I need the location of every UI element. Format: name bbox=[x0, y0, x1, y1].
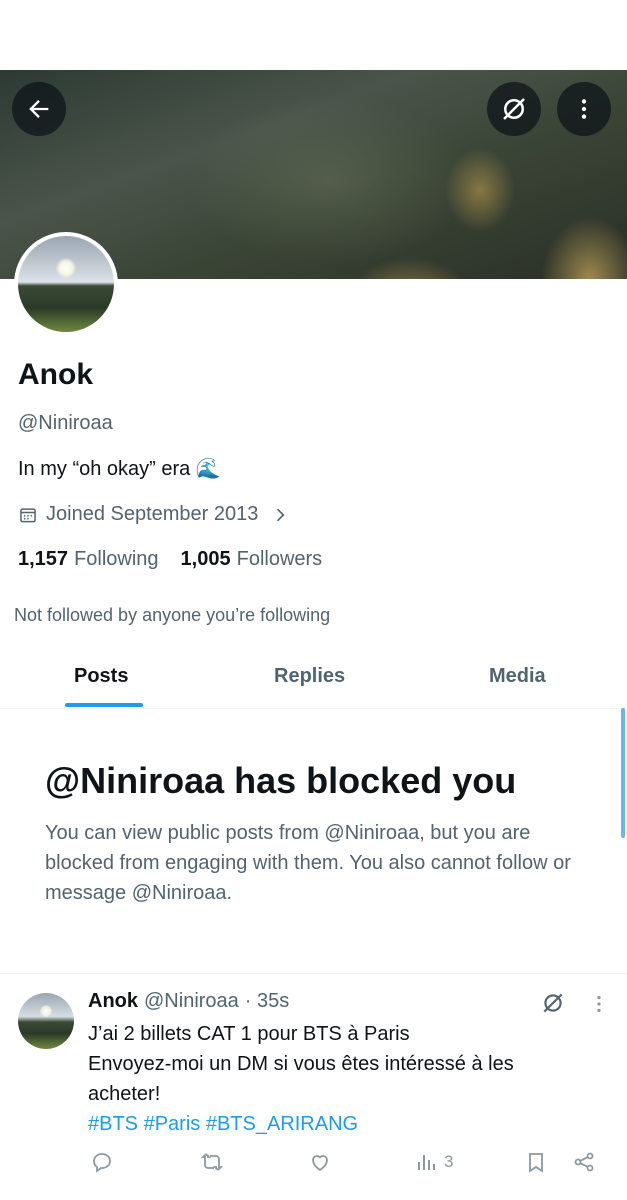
post-time[interactable]: · 35s bbox=[245, 990, 289, 1013]
follow-stats: 1,157 Following 1,005 Followers bbox=[18, 548, 322, 571]
grok-icon[interactable] bbox=[540, 990, 566, 1016]
blocked-title: @Niniroaa has blocked you bbox=[45, 760, 517, 801]
reply-button[interactable] bbox=[90, 1150, 114, 1174]
divider bbox=[0, 973, 627, 974]
post-body: J’ai 2 billets CAT 1 pour BTS à Paris En… bbox=[88, 1019, 588, 1139]
views-button[interactable]: 3 bbox=[414, 1150, 453, 1174]
share-button[interactable] bbox=[572, 1150, 596, 1174]
blocked-description: You can view public posts from @Niniroaa… bbox=[45, 822, 571, 904]
chevron-right-icon bbox=[277, 508, 285, 521]
post-author-handle[interactable]: @Niniroaa bbox=[144, 990, 239, 1013]
post-avatar[interactable] bbox=[18, 993, 74, 1049]
post-line-2: Envoyez-moi un DM si vous êtes intéressé… bbox=[88, 1053, 514, 1105]
profile-handle: @Niniroaa bbox=[18, 412, 113, 434]
tab-posts[interactable]: Posts bbox=[74, 665, 128, 688]
reply-icon bbox=[93, 1153, 111, 1173]
following-label: Following bbox=[74, 548, 159, 570]
post-line-1: J’ai 2 billets CAT 1 pour BTS à Paris bbox=[88, 1023, 410, 1045]
like-button[interactable] bbox=[308, 1150, 332, 1174]
not-followed-notice: Not followed by anyone you’re following bbox=[14, 605, 331, 625]
active-tab-indicator bbox=[65, 703, 143, 707]
share-icon bbox=[574, 1152, 594, 1172]
grok-icon bbox=[503, 98, 525, 120]
followers-label: Followers bbox=[236, 548, 323, 570]
grok-button[interactable] bbox=[487, 82, 541, 136]
heart-icon bbox=[312, 1155, 328, 1172]
followers-count: 1,005 bbox=[180, 548, 231, 570]
profile-tabs: Posts Replies Media bbox=[0, 655, 627, 709]
calendar-icon bbox=[20, 507, 36, 522]
more-vertical-icon bbox=[581, 99, 587, 119]
views-icon bbox=[418, 1155, 435, 1170]
bookmark-button[interactable] bbox=[524, 1150, 548, 1174]
avatar-image bbox=[18, 236, 114, 332]
more-vertical-icon[interactable] bbox=[588, 992, 610, 1016]
tab-replies[interactable]: Replies bbox=[274, 665, 345, 688]
profile-bio: In my “oh okay” era 🌊 bbox=[18, 458, 221, 480]
scrollbar[interactable] bbox=[621, 708, 625, 838]
back-button[interactable] bbox=[12, 82, 66, 136]
post-hashtags[interactable]: #BTS #Paris #BTS_ARIRANG bbox=[88, 1109, 588, 1139]
repost-button[interactable] bbox=[200, 1150, 224, 1174]
following-link[interactable]: 1,157 Following bbox=[18, 548, 159, 571]
post-actions: 3 bbox=[88, 1150, 608, 1180]
tab-media[interactable]: Media bbox=[489, 665, 546, 688]
arrow-left-icon bbox=[29, 100, 49, 118]
following-count: 1,157 bbox=[18, 548, 69, 570]
profile-avatar[interactable] bbox=[14, 232, 118, 336]
views-count: 3 bbox=[444, 1152, 454, 1171]
more-options-button[interactable] bbox=[557, 82, 611, 136]
joined-text: Joined September 2013 bbox=[46, 503, 259, 525]
bookmark-icon bbox=[529, 1153, 543, 1173]
post-author-name[interactable]: Anok bbox=[88, 990, 138, 1013]
post-header: Anok @Niniroaa · 35s bbox=[88, 990, 289, 1013]
followers-link[interactable]: 1,005 Followers bbox=[181, 548, 323, 571]
joined-info[interactable]: Joined September 2013 bbox=[18, 503, 290, 526]
repost-icon bbox=[200, 1153, 224, 1171]
profile-name: Anok bbox=[18, 358, 93, 391]
